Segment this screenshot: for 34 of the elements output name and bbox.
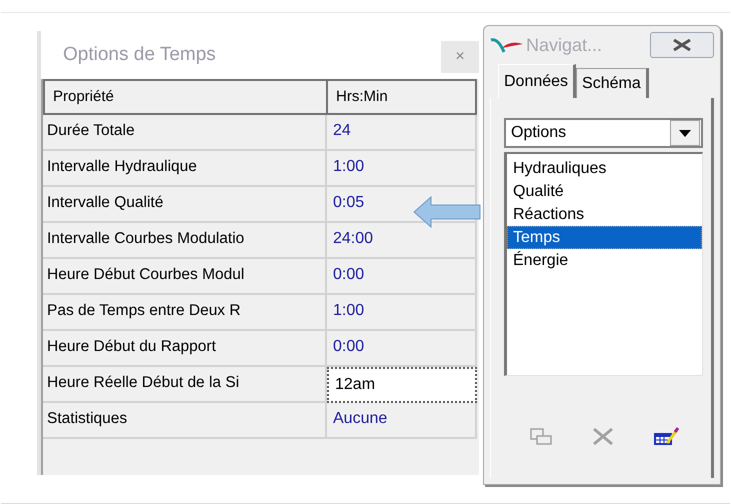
column-header[interactable]: Hrs:Min [327,79,477,115]
table-cell[interactable]: 0:00 [327,259,477,295]
table-cell: Statistiques [43,403,327,439]
list-item[interactable]: Réactions [507,203,702,226]
table-cell[interactable]: Aucune [327,403,477,439]
table-cell[interactable]: 24:00 [327,223,477,259]
callout-arrow [413,195,481,229]
list-item[interactable]: Énergie [507,249,702,272]
close-button[interactable] [650,32,714,58]
table-cell[interactable]: 24 [327,115,477,151]
list-item[interactable]: Temps [507,226,702,249]
table-cell: Intervalle Qualité [43,187,327,223]
list-item[interactable]: Hydrauliques [507,157,702,180]
table-cell: Pas de Temps entre Deux R [43,295,327,331]
table-cell[interactable]: 1:00 [327,295,477,331]
table-cell: Heure Début du Rapport [43,331,327,367]
window-title: Navigat... [526,34,604,56]
table-cell: Heure Début Courbes Modul [43,259,327,295]
table-cell: Heure Réelle Début de la Si [43,367,327,403]
table-cell: Intervalle Hydraulique [43,151,327,187]
edit-icon[interactable] [652,427,678,446]
dropdown[interactable]: Options [504,118,703,148]
table-cell: Durée Totale [43,115,327,151]
close-icon [671,39,693,51]
column-header[interactable]: Propriété [43,79,327,115]
logo-icon [490,36,524,54]
window-title: Options de Temps [63,44,216,66]
table-cell: Intervalle Courbes Modulatio [43,223,327,259]
tab[interactable]: Schéma [576,68,649,98]
table-cell[interactable]: 1:00 [327,151,477,187]
tab[interactable]: Données [498,64,576,98]
input-field[interactable]: 12am [327,367,477,403]
list-item[interactable]: Qualité [507,180,702,203]
caret-icon [679,130,691,136]
